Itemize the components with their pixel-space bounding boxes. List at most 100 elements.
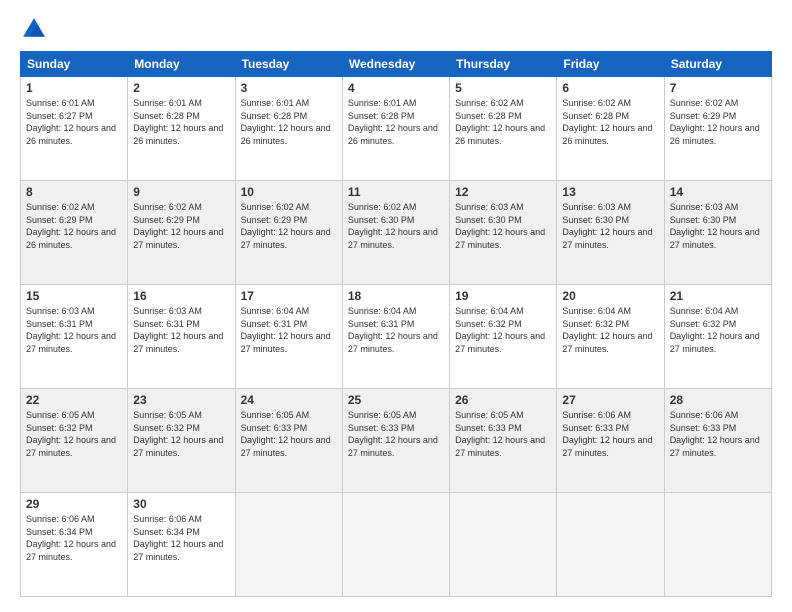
day-number: 12 — [455, 185, 551, 199]
day-info: Sunrise: 6:04 AM Sunset: 6:31 PM Dayligh… — [348, 305, 444, 355]
weekday-header-monday: Monday — [128, 52, 235, 77]
daylight-label: Daylight: 12 hours and 26 minutes. — [455, 123, 545, 146]
day-info: Sunrise: 6:02 AM Sunset: 6:29 PM Dayligh… — [241, 201, 337, 251]
day-number: 14 — [670, 185, 766, 199]
day-number: 24 — [241, 393, 337, 407]
day-info: Sunrise: 6:02 AM Sunset: 6:29 PM Dayligh… — [670, 97, 766, 147]
weekday-header-tuesday: Tuesday — [235, 52, 342, 77]
sunset-label: Sunset: 6:29 PM — [26, 215, 93, 225]
daylight-label: Daylight: 12 hours and 27 minutes. — [670, 435, 760, 458]
sunset-label: Sunset: 6:30 PM — [562, 215, 629, 225]
calendar-row-2: 8 Sunrise: 6:02 AM Sunset: 6:29 PM Dayli… — [21, 181, 772, 285]
calendar-cell — [664, 493, 771, 597]
sunrise-label: Sunrise: 6:02 AM — [348, 202, 417, 212]
daylight-label: Daylight: 12 hours and 27 minutes. — [241, 227, 331, 250]
calendar-cell: 26 Sunrise: 6:05 AM Sunset: 6:33 PM Dayl… — [450, 389, 557, 493]
day-info: Sunrise: 6:06 AM Sunset: 6:33 PM Dayligh… — [670, 409, 766, 459]
day-info: Sunrise: 6:05 AM Sunset: 6:32 PM Dayligh… — [133, 409, 229, 459]
sunrise-label: Sunrise: 6:01 AM — [241, 98, 310, 108]
sunrise-label: Sunrise: 6:05 AM — [348, 410, 417, 420]
day-number: 28 — [670, 393, 766, 407]
daylight-label: Daylight: 12 hours and 26 minutes. — [562, 123, 652, 146]
sunset-label: Sunset: 6:33 PM — [455, 423, 522, 433]
day-number: 11 — [348, 185, 444, 199]
calendar-cell: 28 Sunrise: 6:06 AM Sunset: 6:33 PM Dayl… — [664, 389, 771, 493]
sunrise-label: Sunrise: 6:04 AM — [348, 306, 417, 316]
sunrise-label: Sunrise: 6:03 AM — [26, 306, 95, 316]
day-info: Sunrise: 6:03 AM Sunset: 6:31 PM Dayligh… — [26, 305, 122, 355]
day-number: 6 — [562, 81, 658, 95]
day-number: 17 — [241, 289, 337, 303]
day-number: 10 — [241, 185, 337, 199]
day-info: Sunrise: 6:04 AM Sunset: 6:32 PM Dayligh… — [670, 305, 766, 355]
day-info: Sunrise: 6:01 AM Sunset: 6:28 PM Dayligh… — [133, 97, 229, 147]
weekday-header-wednesday: Wednesday — [342, 52, 449, 77]
sunset-label: Sunset: 6:29 PM — [241, 215, 308, 225]
sunrise-label: Sunrise: 6:02 AM — [562, 98, 631, 108]
calendar-cell: 5 Sunrise: 6:02 AM Sunset: 6:28 PM Dayli… — [450, 77, 557, 181]
sunrise-label: Sunrise: 6:06 AM — [133, 514, 202, 524]
day-number: 19 — [455, 289, 551, 303]
sunset-label: Sunset: 6:33 PM — [562, 423, 629, 433]
calendar-cell: 23 Sunrise: 6:05 AM Sunset: 6:32 PM Dayl… — [128, 389, 235, 493]
header — [20, 15, 772, 43]
daylight-label: Daylight: 12 hours and 26 minutes. — [26, 227, 116, 250]
daylight-label: Daylight: 12 hours and 27 minutes. — [241, 435, 331, 458]
calendar-cell: 7 Sunrise: 6:02 AM Sunset: 6:29 PM Dayli… — [664, 77, 771, 181]
sunrise-label: Sunrise: 6:02 AM — [455, 98, 524, 108]
sunrise-label: Sunrise: 6:04 AM — [670, 306, 739, 316]
sunrise-label: Sunrise: 6:02 AM — [133, 202, 202, 212]
sunrise-label: Sunrise: 6:04 AM — [455, 306, 524, 316]
daylight-label: Daylight: 12 hours and 27 minutes. — [348, 331, 438, 354]
day-info: Sunrise: 6:02 AM Sunset: 6:28 PM Dayligh… — [455, 97, 551, 147]
weekday-header-saturday: Saturday — [664, 52, 771, 77]
day-info: Sunrise: 6:03 AM Sunset: 6:31 PM Dayligh… — [133, 305, 229, 355]
calendar-row-3: 15 Sunrise: 6:03 AM Sunset: 6:31 PM Dayl… — [21, 285, 772, 389]
day-info: Sunrise: 6:04 AM Sunset: 6:32 PM Dayligh… — [562, 305, 658, 355]
day-info: Sunrise: 6:01 AM Sunset: 6:27 PM Dayligh… — [26, 97, 122, 147]
sunset-label: Sunset: 6:29 PM — [670, 111, 737, 121]
day-number: 23 — [133, 393, 229, 407]
calendar-cell: 16 Sunrise: 6:03 AM Sunset: 6:31 PM Dayl… — [128, 285, 235, 389]
calendar-cell — [557, 493, 664, 597]
day-number: 5 — [455, 81, 551, 95]
sunset-label: Sunset: 6:31 PM — [241, 319, 308, 329]
day-info: Sunrise: 6:05 AM Sunset: 6:33 PM Dayligh… — [455, 409, 551, 459]
daylight-label: Daylight: 12 hours and 27 minutes. — [133, 539, 223, 562]
logo — [20, 15, 52, 43]
sunset-label: Sunset: 6:28 PM — [133, 111, 200, 121]
sunset-label: Sunset: 6:34 PM — [26, 527, 93, 537]
sunrise-label: Sunrise: 6:01 AM — [26, 98, 95, 108]
day-number: 26 — [455, 393, 551, 407]
day-info: Sunrise: 6:06 AM Sunset: 6:34 PM Dayligh… — [26, 513, 122, 563]
sunset-label: Sunset: 6:29 PM — [133, 215, 200, 225]
daylight-label: Daylight: 12 hours and 27 minutes. — [562, 331, 652, 354]
calendar-cell: 11 Sunrise: 6:02 AM Sunset: 6:30 PM Dayl… — [342, 181, 449, 285]
sunset-label: Sunset: 6:32 PM — [455, 319, 522, 329]
sunset-label: Sunset: 6:33 PM — [348, 423, 415, 433]
day-info: Sunrise: 6:03 AM Sunset: 6:30 PM Dayligh… — [455, 201, 551, 251]
sunset-label: Sunset: 6:28 PM — [241, 111, 308, 121]
day-info: Sunrise: 6:06 AM Sunset: 6:34 PM Dayligh… — [133, 513, 229, 563]
page: SundayMondayTuesdayWednesdayThursdayFrid… — [0, 0, 792, 612]
calendar-cell: 20 Sunrise: 6:04 AM Sunset: 6:32 PM Dayl… — [557, 285, 664, 389]
sunset-label: Sunset: 6:30 PM — [670, 215, 737, 225]
day-number: 30 — [133, 497, 229, 511]
daylight-label: Daylight: 12 hours and 27 minutes. — [455, 331, 545, 354]
calendar-cell: 21 Sunrise: 6:04 AM Sunset: 6:32 PM Dayl… — [664, 285, 771, 389]
daylight-label: Daylight: 12 hours and 26 minutes. — [133, 123, 223, 146]
day-info: Sunrise: 6:05 AM Sunset: 6:33 PM Dayligh… — [348, 409, 444, 459]
calendar-cell — [235, 493, 342, 597]
calendar-cell: 3 Sunrise: 6:01 AM Sunset: 6:28 PM Dayli… — [235, 77, 342, 181]
calendar-cell: 2 Sunrise: 6:01 AM Sunset: 6:28 PM Dayli… — [128, 77, 235, 181]
day-number: 9 — [133, 185, 229, 199]
calendar-cell: 9 Sunrise: 6:02 AM Sunset: 6:29 PM Dayli… — [128, 181, 235, 285]
calendar-cell: 27 Sunrise: 6:06 AM Sunset: 6:33 PM Dayl… — [557, 389, 664, 493]
day-number: 21 — [670, 289, 766, 303]
daylight-label: Daylight: 12 hours and 27 minutes. — [348, 227, 438, 250]
day-number: 4 — [348, 81, 444, 95]
sunset-label: Sunset: 6:31 PM — [348, 319, 415, 329]
day-info: Sunrise: 6:01 AM Sunset: 6:28 PM Dayligh… — [348, 97, 444, 147]
sunset-label: Sunset: 6:28 PM — [348, 111, 415, 121]
calendar-cell: 10 Sunrise: 6:02 AM Sunset: 6:29 PM Dayl… — [235, 181, 342, 285]
